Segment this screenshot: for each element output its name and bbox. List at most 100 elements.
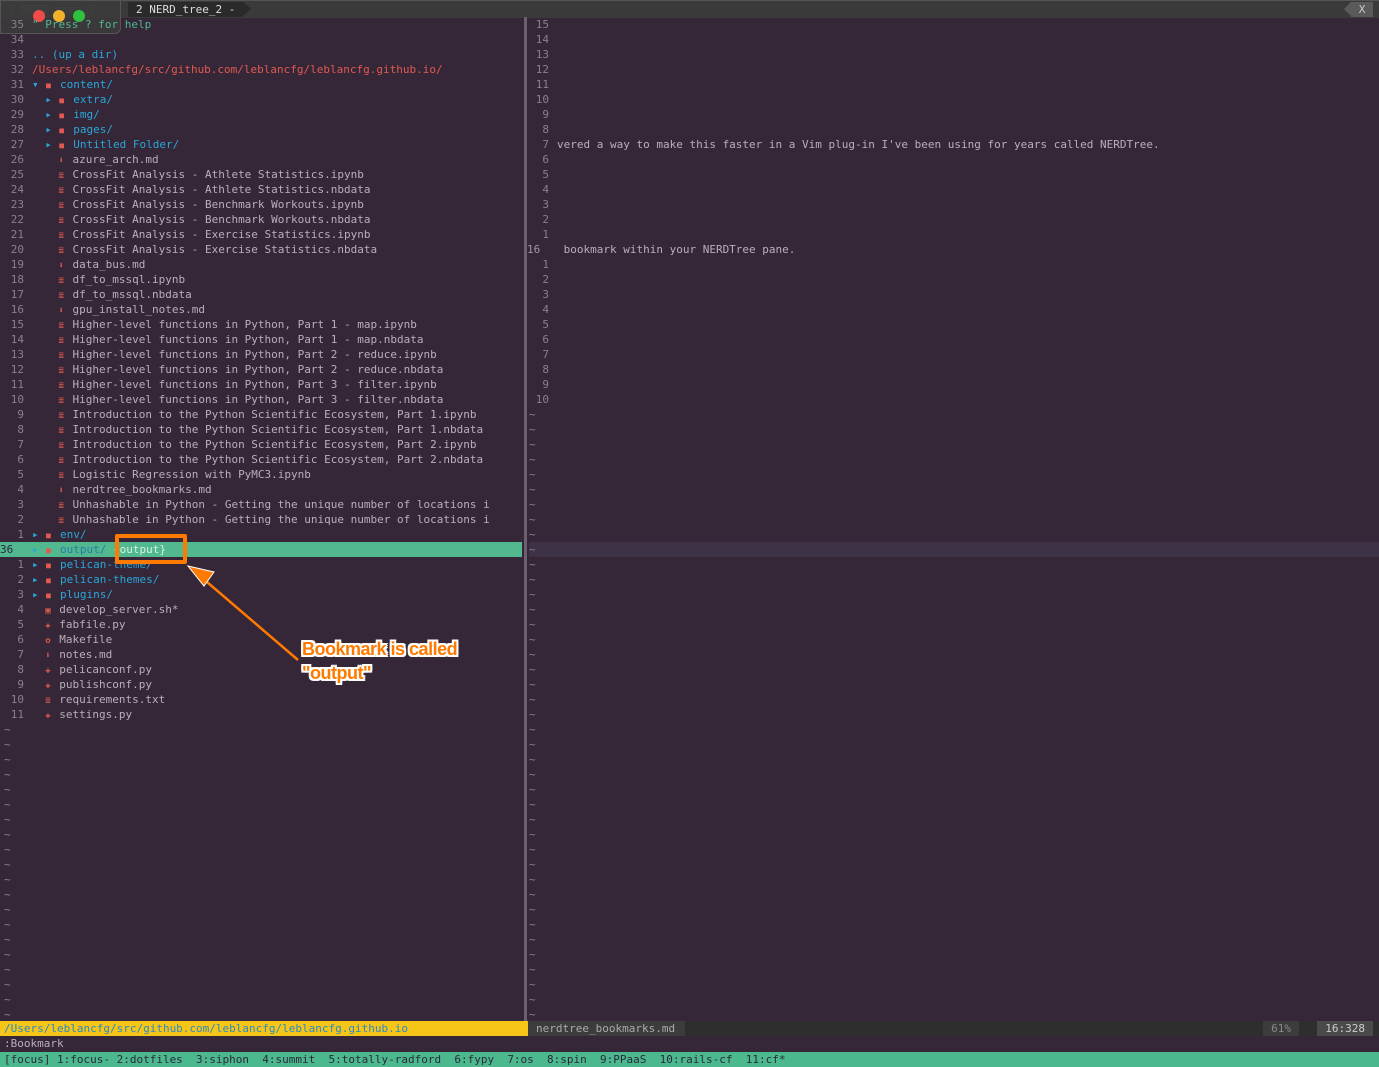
- file-name[interactable]: Higher-level functions in Python, Part 2…: [73, 348, 437, 361]
- tree-row[interactable]: 31 ▾ ■ content/: [0, 77, 522, 92]
- file-name[interactable]: notes.md: [59, 648, 112, 661]
- file-name[interactable]: CrossFit Analysis - Exercise Statistics.…: [73, 243, 378, 256]
- editor-line[interactable]: 7: [527, 347, 1379, 362]
- tree-row[interactable]: 10 ≣ Higher-level functions in Python, Pa…: [0, 392, 522, 407]
- file-name[interactable]: CrossFit Analysis - Benchmark Workouts.n…: [73, 213, 371, 226]
- editor-line[interactable]: 6: [527, 152, 1379, 167]
- tree-row[interactable]: 28 ▸ ■ pages/: [0, 122, 522, 137]
- tree-row[interactable]: 3 ≣ Unhashable in Python - Getting the un…: [0, 497, 522, 512]
- tree-row[interactable]: 23 ≣ CrossFit Analysis - Benchmark Workou…: [0, 197, 522, 212]
- tab-nerd-tree-2[interactable]: 2 NERD_tree_2 -: [128, 2, 252, 17]
- tree-row[interactable]: 24 ≣ CrossFit Analysis - Athlete Statisti…: [0, 182, 522, 197]
- collapsed-arrow-icon[interactable]: ▸: [32, 527, 46, 542]
- tree-row[interactable]: 32/Users/leblancfg/src/github.com/leblan…: [0, 62, 522, 77]
- tree-row[interactable]: 8 ≣ Introduction to the Python Scientific…: [0, 422, 522, 437]
- file-name[interactable]: CrossFit Analysis - Athlete Statistics.i…: [73, 168, 364, 181]
- editor-pane[interactable]: 15 14 13 12 11 10 9 8 7 vered a way to make this …: [527, 17, 1379, 1021]
- editor-line[interactable]: 3: [527, 287, 1379, 302]
- editor-line[interactable]: 16 bookmark within your NERDTree pane.: [527, 242, 1379, 257]
- editor-line[interactable]: 12: [527, 62, 1379, 77]
- file-name[interactable]: Introduction to the Python Scientific Ec…: [73, 438, 477, 451]
- directory-name[interactable]: img/: [73, 108, 100, 121]
- file-name[interactable]: CrossFit Analysis - Exercise Statistics.…: [73, 228, 371, 241]
- tree-row[interactable]: 4 ▣ develop_server.sh*: [0, 602, 522, 617]
- editor-line[interactable]: 2: [527, 212, 1379, 227]
- tree-row[interactable]: 7 ≣ Introduction to the Python Scientific…: [0, 437, 522, 452]
- editor-line[interactable]: 11: [527, 77, 1379, 92]
- tree-row[interactable]: 22 ≣ CrossFit Analysis - Benchmark Workou…: [0, 212, 522, 227]
- editor-line[interactable]: 5: [527, 167, 1379, 182]
- tree-row[interactable]: 29 ▸ ■ img/: [0, 107, 522, 122]
- file-name[interactable]: Introduction to the Python Scientific Ec…: [73, 453, 484, 466]
- directory-name[interactable]: extra/: [73, 93, 113, 106]
- tree-row[interactable]: 17 ≣ df_to_mssql.nbdata: [0, 287, 522, 302]
- tree-row[interactable]: 3 ▸ ■ plugins/: [0, 587, 522, 602]
- file-name[interactable]: Higher-level functions in Python, Part 3…: [73, 393, 444, 406]
- tree-row[interactable]: 36 ▸ ■ output/ {output}: [0, 542, 522, 557]
- editor-line[interactable]: 7 vered a way to make this faster in a Vi…: [527, 137, 1379, 152]
- directory-name[interactable]: output/: [60, 543, 106, 556]
- file-name[interactable]: gpu_install_notes.md: [73, 303, 205, 316]
- tree-row[interactable]: 10 ≣ requirements.txt: [0, 692, 522, 707]
- collapsed-arrow-icon[interactable]: ▸: [45, 107, 59, 122]
- tree-row[interactable]: 11 ✚ settings.py: [0, 707, 522, 722]
- file-name[interactable]: Introduction to the Python Scientific Ec…: [73, 423, 484, 436]
- editor-line[interactable]: 1: [527, 257, 1379, 272]
- command-line[interactable]: :Bookmark: [4, 1037, 64, 1051]
- editor-line[interactable]: 9: [527, 107, 1379, 122]
- root-path[interactable]: /Users/leblancfg/src/github.com/leblancf…: [32, 63, 443, 76]
- nerdtree-pane[interactable]: 35 " Press ? for help 34 33.. (up a dir) 32/…: [0, 17, 524, 1021]
- editor-line[interactable]: 8: [527, 122, 1379, 137]
- file-name[interactable]: nerdtree_bookmarks.md: [73, 483, 212, 496]
- file-name[interactable]: Higher-level functions in Python, Part 1…: [73, 333, 424, 346]
- editor-line[interactable]: 8: [527, 362, 1379, 377]
- collapsed-arrow-icon[interactable]: ▸: [32, 542, 46, 557]
- editor-line[interactable]: 5: [527, 317, 1379, 332]
- file-name[interactable]: Unhashable in Python - Getting the uniqu…: [73, 513, 490, 526]
- tree-row[interactable]: 1 ▸ ■ env/: [0, 527, 522, 542]
- file-name[interactable]: CrossFit Analysis - Benchmark Workouts.i…: [73, 198, 364, 211]
- file-name[interactable]: Logistic Regression with PyMC3.ipynb: [73, 468, 311, 481]
- editor-line[interactable]: 14: [527, 32, 1379, 47]
- file-name[interactable]: requirements.txt: [59, 693, 165, 706]
- tree-row[interactable]: 2 ▸ ■ pelican-themes/: [0, 572, 522, 587]
- file-name[interactable]: Unhashable in Python - Getting the uniqu…: [73, 498, 490, 511]
- directory-name[interactable]: plugins/: [60, 588, 113, 601]
- tree-row[interactable]: 20 ≣ CrossFit Analysis - Exercise Statist…: [0, 242, 522, 257]
- editor-line[interactable]: 10: [527, 392, 1379, 407]
- file-name[interactable]: Higher-level functions in Python, Part 2…: [73, 363, 444, 376]
- file-name[interactable]: Higher-level functions in Python, Part 1…: [73, 318, 417, 331]
- directory-name[interactable]: env/: [60, 528, 87, 541]
- directory-name[interactable]: pages/: [73, 123, 113, 136]
- directory-name[interactable]: Untitled Folder/: [73, 138, 179, 151]
- editor-line[interactable]: 4: [527, 182, 1379, 197]
- tree-row[interactable]: 12 ≣ Higher-level functions in Python, Pa…: [0, 362, 522, 377]
- tree-row[interactable]: 5 ✚ fabfile.py: [0, 617, 522, 632]
- collapsed-arrow-icon[interactable]: ▸: [45, 122, 59, 137]
- tree-row[interactable]: 6 ≣ Introduction to the Python Scientific…: [0, 452, 522, 467]
- collapsed-arrow-icon[interactable]: ▸: [32, 572, 46, 587]
- editor-line[interactable]: 4: [527, 302, 1379, 317]
- editor-line[interactable]: 1: [527, 227, 1379, 242]
- tree-row[interactable]: 33 .. (up a dir): [0, 47, 522, 62]
- file-name[interactable]: pelicanconf.py: [59, 663, 152, 676]
- expanded-arrow-icon[interactable]: ▾: [32, 77, 46, 92]
- tree-row[interactable]: 26 ⬇ azure_arch.md: [0, 152, 522, 167]
- editor-line[interactable]: 10: [527, 92, 1379, 107]
- tree-row[interactable]: 35 " Press ? for help: [0, 17, 522, 32]
- tree-row[interactable]: 21 ≣ CrossFit Analysis - Exercise Statist…: [0, 227, 522, 242]
- directory-name[interactable]: content/: [60, 78, 113, 91]
- file-name[interactable]: df_to_mssql.nbdata: [73, 288, 192, 301]
- collapsed-arrow-icon[interactable]: ▸: [45, 92, 59, 107]
- tree-row[interactable]: 14 ≣ Higher-level functions in Python, Pa…: [0, 332, 522, 347]
- tree-row[interactable]: 11 ≣ Higher-level functions in Python, Pa…: [0, 377, 522, 392]
- file-name[interactable]: azure_arch.md: [73, 153, 159, 166]
- editor-line[interactable]: 9: [527, 377, 1379, 392]
- tree-row[interactable]: 4 ⬇ nerdtree_bookmarks.md: [0, 482, 522, 497]
- tree-row[interactable]: 15 ≣ Higher-level functions in Python, Pa…: [0, 317, 522, 332]
- editor-line[interactable]: 2: [527, 272, 1379, 287]
- tree-row[interactable]: 27 ▸ ■ Untitled Folder/: [0, 137, 522, 152]
- file-name[interactable]: df_to_mssql.ipynb: [73, 273, 186, 286]
- tree-row[interactable]: 30 ▸ ■ extra/: [0, 92, 522, 107]
- collapsed-arrow-icon[interactable]: ▸: [32, 557, 46, 572]
